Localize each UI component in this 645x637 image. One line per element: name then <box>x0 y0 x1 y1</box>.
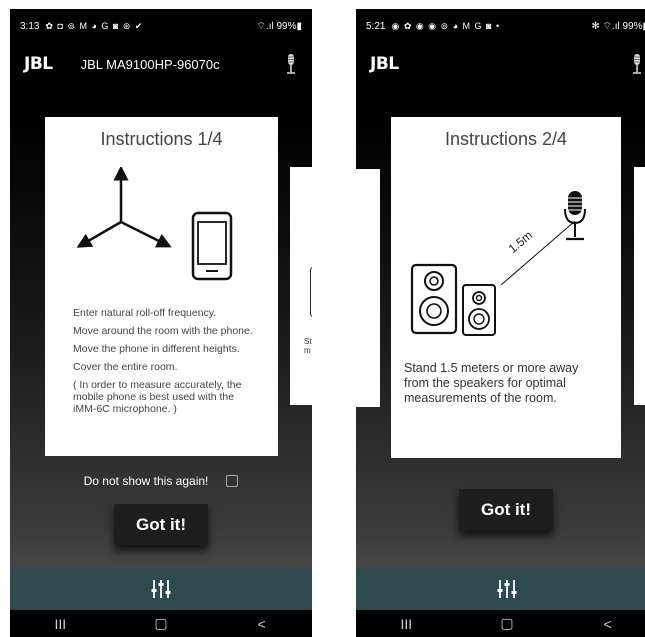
jbl-logo: JBL <box>24 54 53 74</box>
device-name: JBL MA9100HP-96070c <box>80 56 220 72</box>
bottom-toolbar <box>10 568 312 610</box>
smartphone-icon <box>191 211 233 281</box>
peek-text: St fro m <box>304 337 312 355</box>
instruction-line: Cover the entire room. <box>73 361 178 373</box>
status-bar: 5:21 ◉ ✿ ◉ ◉ ⊚ ◕ M G ◙ • ✻ ⌔.ıl 99%▮ <box>356 9 645 43</box>
got-it-button[interactable]: Got it! <box>459 488 553 530</box>
do-not-show-label: Do not show this again! <box>83 474 209 488</box>
equalizer-icon[interactable] <box>150 578 172 600</box>
card-title: Instructions 2/4 <box>444 129 568 149</box>
instruction-line: Move the phone in different heights. <box>73 343 240 355</box>
signal-battery-indicator: ⌔.ıl 99%▮ <box>256 20 302 32</box>
do-not-show-checkbox[interactable] <box>226 475 239 487</box>
instruction-list: Enter natural roll-off frequency. Move a… <box>73 307 255 421</box>
home-button[interactable]: ▢ <box>487 615 527 632</box>
microphone-icon[interactable] <box>630 53 644 75</box>
instruction-line: Enter natural roll-off frequency. <box>73 307 217 319</box>
card-title: Instructions 1/4 <box>100 129 223 149</box>
previous-card-peek[interactable] <box>356 169 380 407</box>
got-it-button[interactable]: Got it! <box>114 503 208 545</box>
phone-icon <box>310 267 312 317</box>
equalizer-icon[interactable] <box>496 578 518 600</box>
status-time: 3:13 <box>20 20 40 32</box>
next-card-peek[interactable]: St fro m <box>290 167 312 405</box>
instruction-card: Instructions 2/4 1.5m Stand 1.5 meters o… <box>391 117 621 458</box>
status-bar: 3:13 ✿ ◘ ⊚ M ◕ G ◙ ⊛ ✔ ⌔.ıl 99%▮ <box>10 9 312 43</box>
instruction-line: Move around the room with the phone. <box>73 325 253 337</box>
notification-icons: ✿ ◘ ⊚ M ◕ G ◙ ⊛ ✔ <box>45 20 144 31</box>
do-not-show-row[interactable]: Do not show this again! <box>10 474 312 488</box>
system-nav-bar: III ▢ < <box>10 610 312 637</box>
small-speaker-icon <box>462 284 496 336</box>
instruction-card: Instructions 1/4 Enter natural roll-off … <box>45 117 278 456</box>
recent-apps-button[interactable]: III <box>386 616 426 632</box>
system-nav-bar: III ▢ < <box>356 610 645 637</box>
next-card-peek[interactable] <box>634 167 645 405</box>
phone-screen-2: 5:21 ◉ ✿ ◉ ◉ ⊚ ◕ M G ◙ • ✻ ⌔.ıl 99%▮ JBL… <box>356 9 645 637</box>
axes-icon <box>76 167 172 248</box>
instruction-line: ( In order to measure accurately, the mo… <box>73 379 242 415</box>
large-speaker-icon <box>410 263 458 335</box>
recent-apps-button[interactable]: III <box>40 616 80 632</box>
studio-microphone-icon <box>564 191 586 241</box>
signal-battery-indicator: ✻ ⌔.ıl 99%▮ <box>591 20 645 32</box>
notification-icons: ◉ ✿ ◉ ◉ ⊚ ◕ M G ◙ • <box>391 20 501 31</box>
app-header: JBL <box>356 49 645 79</box>
bottom-toolbar <box>356 568 645 610</box>
back-button[interactable]: < <box>242 616 282 632</box>
app-header: JBL JBL MA9100HP-96070c <box>10 49 312 79</box>
microphone-icon[interactable] <box>284 53 298 75</box>
status-time: 5:21 <box>366 20 386 32</box>
instruction-text: Stand 1.5 meters or more away from the s… <box>404 361 579 405</box>
home-button[interactable]: ▢ <box>141 615 181 632</box>
phone-screen-1: 3:13 ✿ ◘ ⊚ M ◕ G ◙ ⊛ ✔ ⌔.ıl 99%▮ JBL JBL… <box>10 9 312 637</box>
back-button[interactable]: < <box>588 616 628 632</box>
jbl-logo: JBL <box>370 54 399 74</box>
